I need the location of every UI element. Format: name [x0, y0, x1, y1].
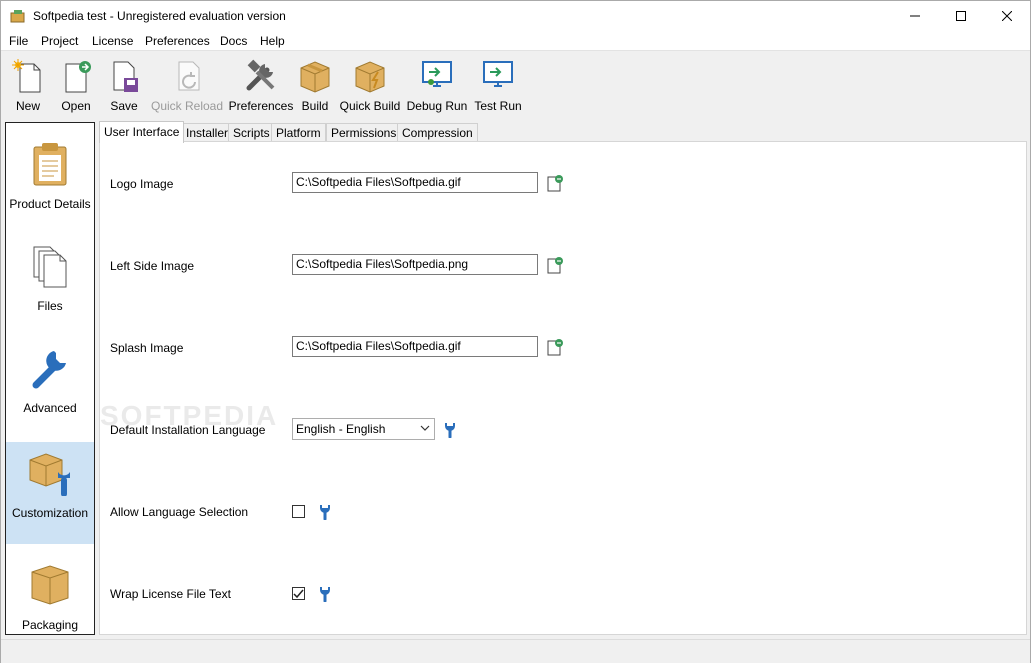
wrench-icon [32, 351, 66, 389]
browse-file-icon[interactable] [546, 338, 564, 356]
menu-license[interactable]: License [92, 34, 133, 48]
build-label: Build [301, 99, 329, 113]
customize-box-icon [29, 453, 70, 496]
save-button[interactable]: Save [105, 58, 143, 116]
quick-build-label: Quick Build [339, 99, 401, 113]
clipboard-icon [33, 143, 67, 186]
files-icon [33, 246, 67, 288]
sidebar-label-files: Files [37, 299, 63, 313]
window-title: Softpedia test - Unregistered evaluation… [33, 9, 286, 23]
left-side-image-label: Left Side Image [110, 259, 195, 273]
tab-compression[interactable]: Compression [397, 123, 478, 142]
browse-file-icon[interactable] [546, 174, 564, 192]
sidebar-item-advanced[interactable]: Advanced [6, 327, 94, 429]
menu-project[interactable]: Project [41, 34, 78, 48]
app-icon [10, 10, 25, 23]
tab-installer[interactable]: Installer [181, 123, 234, 142]
debug-run-label: Debug Run [406, 99, 468, 113]
toolbar: New Open Save Quick Reload Preferences B… [1, 52, 1030, 118]
menu-preferences[interactable]: Preferences [145, 34, 210, 48]
minimize-icon [910, 15, 920, 17]
debug-run-button[interactable]: Debug Run [405, 58, 469, 116]
tab-permissions[interactable]: Permissions [326, 123, 402, 142]
debug-monitor-icon [422, 61, 452, 87]
default-language-label: Default Installation Language [110, 423, 266, 437]
test-run-button[interactable]: Test Run [473, 58, 523, 116]
build-button[interactable]: Build [297, 58, 333, 116]
box-icon [300, 61, 330, 93]
wrench-icon[interactable] [443, 422, 457, 438]
open-button[interactable]: Open [57, 58, 95, 116]
menu-docs[interactable]: Docs [220, 34, 247, 48]
save-label: Save [110, 99, 138, 113]
new-label: New [15, 99, 40, 113]
preferences-label: Preferences [228, 99, 294, 113]
maximize-icon [956, 11, 966, 21]
sidebar-label-customization: Customization [11, 506, 89, 520]
quick-build-button[interactable]: Quick Build [337, 58, 403, 116]
status-bar [1, 639, 1030, 663]
wrap-license-checkbox[interactable] [292, 587, 305, 600]
sidebar-label-advanced: Advanced [23, 401, 77, 415]
user-interface-panel: SOFTPEDIA Logo Image C:\Softpedia Files\… [99, 141, 1027, 635]
logo-image-label: Logo Image [110, 177, 174, 191]
test-monitor-icon [483, 61, 513, 87]
quick-reload-button[interactable]: Quick Reload [151, 58, 223, 116]
new-button[interactable]: New [9, 58, 47, 116]
splash-image-label: Splash Image [110, 341, 184, 355]
maximize-button[interactable] [938, 1, 984, 31]
quick-reload-label: Quick Reload [150, 99, 224, 113]
wrench-icon[interactable] [318, 504, 332, 520]
open-file-icon [65, 61, 91, 93]
default-language-value: English - English [296, 422, 386, 436]
wrap-license-label: Wrap License File Text [110, 587, 231, 601]
menu-help[interactable]: Help [260, 34, 285, 48]
tools-icon [246, 59, 275, 91]
quick-box-icon [355, 61, 385, 93]
left-side-image-field[interactable]: C:\Softpedia Files\Softpedia.png [292, 254, 538, 275]
sidebar-item-files[interactable]: Files [6, 225, 94, 327]
save-icon [113, 61, 138, 92]
app-window: Softpedia test - Unregistered evaluation… [0, 0, 1031, 663]
logo-image-field[interactable]: C:\Softpedia Files\Softpedia.gif [292, 172, 538, 193]
checkmark-icon [293, 589, 304, 599]
open-label: Open [61, 99, 91, 113]
chevron-down-icon [420, 425, 430, 431]
test-run-label: Test Run [474, 99, 522, 113]
sidebar-item-customization[interactable]: Customization [6, 442, 94, 544]
sidebar-item-packaging[interactable]: Packaging [6, 544, 94, 646]
wrench-icon[interactable] [318, 586, 332, 602]
close-icon [1002, 11, 1012, 21]
new-file-icon [12, 59, 41, 93]
minimize-button[interactable] [892, 1, 938, 31]
tab-platform[interactable]: Platform [271, 123, 326, 142]
menu-bar: File Project License Preferences Docs He… [1, 31, 1030, 51]
menu-file[interactable]: File [9, 34, 28, 48]
sidebar: Product Details Files Advanced Customiza… [5, 122, 95, 635]
allow-language-label: Allow Language Selection [110, 505, 249, 519]
title-bar: Softpedia test - Unregistered evaluation… [1, 1, 1030, 31]
preferences-button[interactable]: Preferences [229, 58, 293, 116]
package-icon [31, 565, 69, 605]
reload-icon [178, 61, 200, 91]
tab-scripts[interactable]: Scripts [228, 123, 275, 142]
close-button[interactable] [984, 1, 1030, 31]
splash-image-field[interactable]: C:\Softpedia Files\Softpedia.gif [292, 336, 538, 357]
tab-user-interface[interactable]: User Interface [99, 121, 185, 143]
sidebar-label-packaging: Packaging [21, 618, 79, 632]
allow-language-checkbox[interactable] [292, 505, 305, 518]
browse-file-icon[interactable] [546, 256, 564, 274]
default-language-select[interactable]: English - English [292, 418, 435, 440]
sidebar-label-product-details: Product Details [9, 197, 91, 211]
sidebar-item-product-details[interactable]: Product Details [6, 123, 94, 225]
